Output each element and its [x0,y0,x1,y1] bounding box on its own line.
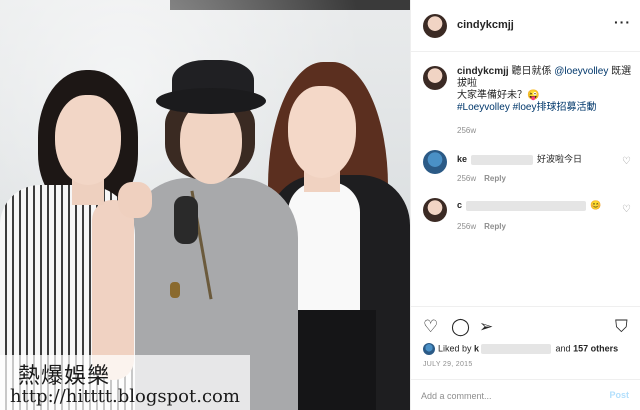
more-options-icon[interactable]: ··· [614,14,631,30]
post-photo[interactable]: 熱爆娛樂 http://hitttt.blogspot.com [0,0,410,410]
person-middle-hand [118,182,152,218]
reply-button[interactable]: Reply [484,174,506,183]
like-heart-icon[interactable]: ♡ [423,317,438,337]
person-middle-hat-brim [156,88,266,114]
commenter-avatar[interactable] [423,198,447,222]
comment-like-heart-icon[interactable]: ♡ [622,156,631,167]
comment-text: ke 好波啦今日 [457,152,582,165]
liker-avatar[interactable] [423,343,435,355]
likes-summary: Liked by k and 157 others [423,343,618,355]
person-right-top [288,182,360,322]
add-comment-bar: Post [411,379,640,410]
author-avatar[interactable] [423,14,447,38]
commenter-username[interactable]: c [457,200,462,210]
person-middle-face [180,102,242,184]
person-left-face [55,95,121,185]
author-username[interactable]: cindykcmjj [457,19,514,31]
caption-avatar[interactable] [423,66,447,90]
caption-mention[interactable]: @loeyvolley [554,66,608,77]
comment-body: 好波啦今日 [537,154,583,164]
post-header: cindykcmjj ··· [411,0,640,52]
person-right-face [288,86,356,178]
likes-and: and [553,343,574,354]
comment-meta: 256w Reply [457,174,506,183]
commenter-avatar[interactable] [423,150,447,174]
caption-line2: 大家準備好未？😜 [457,90,540,101]
comment-meta: 256w Reply [457,222,506,231]
caption-age[interactable]: 256w [457,126,476,135]
save-bookmark-icon[interactable]: ⛉ [615,317,628,337]
post-comment-button[interactable]: Post [609,390,629,400]
redacted-liker [481,344,552,354]
watermark-url: http://hitttt.blogspot.com [10,386,240,407]
add-comment-input[interactable] [421,388,591,404]
post-actions: ♡ ◯ ➢ ⛉ Liked by k and 157 others JULY 2… [411,306,640,406]
liker-username[interactable]: k [474,343,479,353]
comment-like-heart-icon[interactable]: ♡ [622,204,631,215]
caption-username[interactable]: cindykcmjj [457,66,509,77]
likes-others-link[interactable]: 157 others [573,343,618,353]
comment-item: c 😊 256w Reply ♡ [423,198,635,238]
caption-text-part1: 聽日就係 [508,66,555,77]
share-send-icon[interactable]: ➢ [479,317,493,337]
likes-prefix: Liked by [438,343,475,354]
comment-age[interactable]: 256w [457,222,476,231]
caption-hashtags[interactable]: #Loeyvolley #loey排球招募活動 [457,102,597,113]
post-side-panel: cindykcmjj ··· cindykcmjj 聽日就係 @loeyvoll… [410,0,640,410]
comment-text: c 😊 [457,200,601,211]
redacted-username [466,200,587,211]
caption-text: cindykcmjj 聽日就係 @loeyvolley 既選拔啦 大家準備好未？… [457,66,637,114]
redacted-username [471,154,534,165]
comment-item: ke 好波啦今日 256w Reply ♡ [423,150,635,190]
person-left-arm [92,200,134,380]
comment-age[interactable]: 256w [457,174,476,183]
post-date[interactable]: JULY 29, 2015 [423,361,473,368]
action-icons: ♡ ◯ ➢ ⛉ [423,317,633,339]
comment-body: 😊 [590,200,602,210]
reply-button[interactable]: Reply [484,222,506,231]
person-middle-pendant [170,282,180,298]
commenter-username[interactable]: ke [457,154,467,164]
comment-bubble-icon[interactable]: ◯ [451,317,470,337]
person-middle-sunglasses [174,196,198,244]
